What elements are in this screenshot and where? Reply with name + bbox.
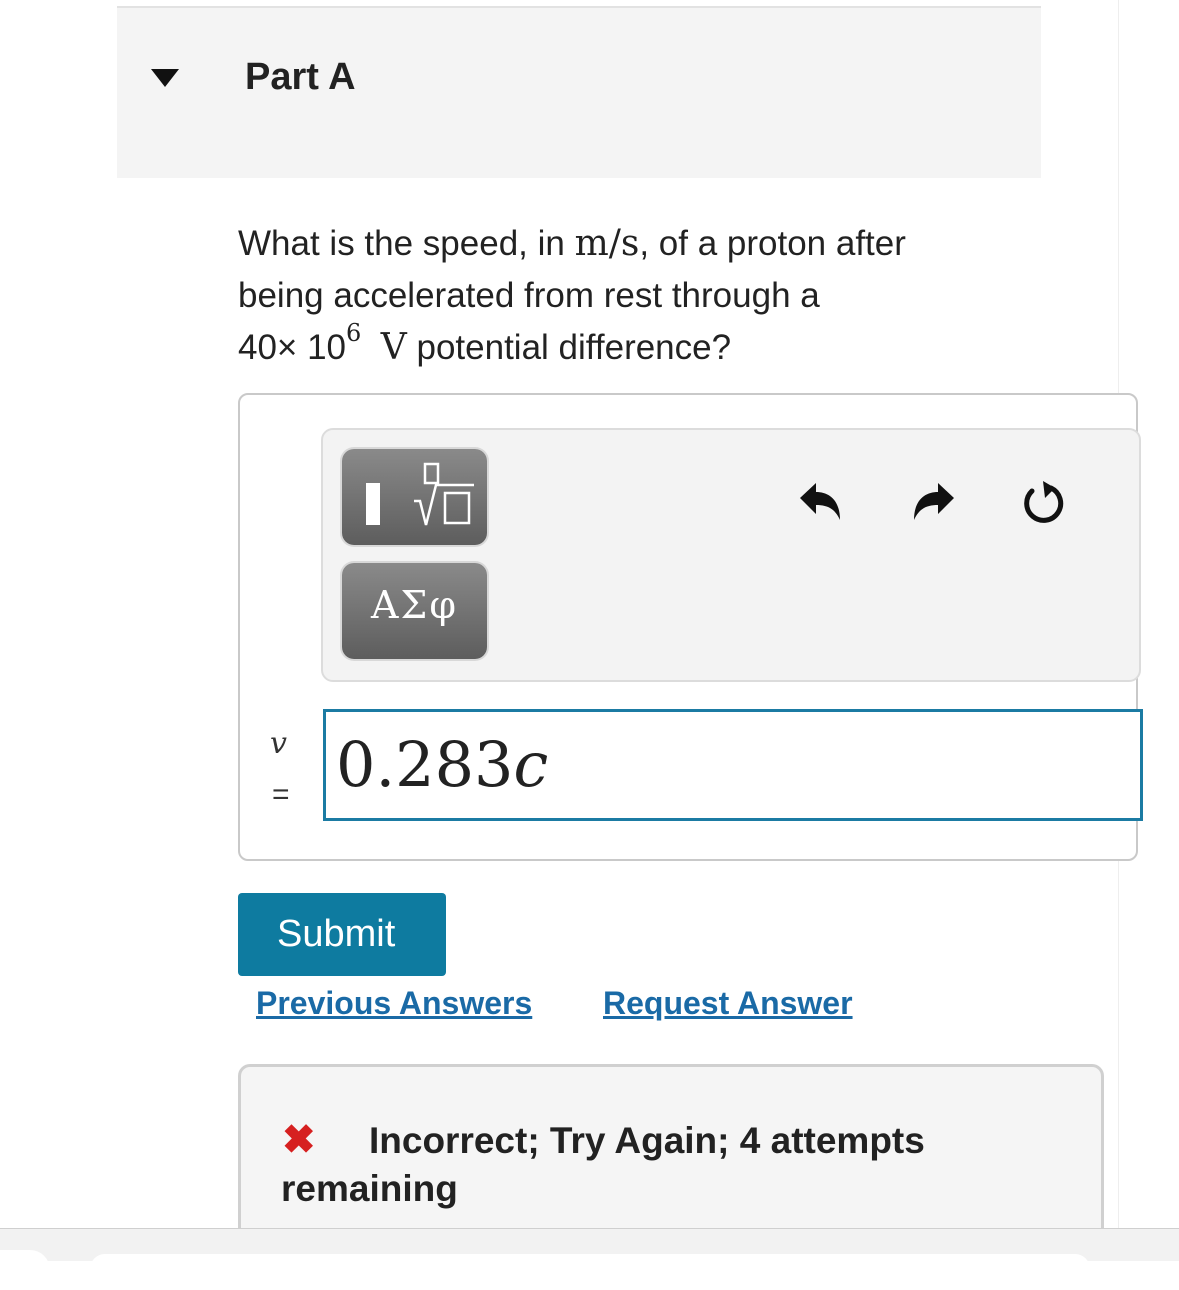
- redo-icon[interactable]: [910, 478, 958, 524]
- unit-slash: /: [608, 223, 621, 264]
- question-coefficient: 40× 10: [238, 328, 347, 367]
- question-line2: being accelerated from rest through a: [238, 276, 820, 315]
- question-line3-rest: potential difference?: [406, 328, 732, 367]
- greek-symbols-label: ΑΣφ: [371, 583, 458, 627]
- unit-m: m: [574, 223, 609, 264]
- answer-value[interactable]: 0.283c: [336, 728, 548, 801]
- part-title: Part A: [245, 56, 356, 98]
- question-prefix: What is the speed, in: [238, 224, 575, 263]
- templates-button[interactable]: [342, 449, 487, 545]
- volt-unit: V: [380, 327, 407, 368]
- question-exponent: 6: [346, 319, 362, 347]
- bottom-address-pill[interactable]: [90, 1254, 1090, 1284]
- answer-number: 0.283: [336, 728, 514, 801]
- submit-button[interactable]: Submit: [238, 893, 446, 976]
- request-answer-link[interactable]: Request Answer: [603, 985, 853, 1022]
- answer-variable-label: v: [270, 726, 287, 761]
- greek-symbols-button[interactable]: ΑΣφ: [342, 563, 487, 659]
- templates-radical-icon: [366, 462, 474, 526]
- question-line1-rest: , of a proton after: [639, 224, 906, 263]
- previous-answers-link[interactable]: Previous Answers: [256, 985, 532, 1022]
- unit-s: s: [620, 223, 640, 264]
- undo-icon[interactable]: [796, 478, 844, 524]
- bottom-left-tab[interactable]: [0, 1250, 50, 1290]
- answer-symbol: c: [513, 728, 549, 801]
- equals-sign: =: [272, 778, 290, 811]
- reset-icon[interactable]: [1018, 478, 1070, 528]
- question-text: What is the speed, in m/s, of a proton a…: [238, 218, 1058, 377]
- feedback-message: Incorrect; Try Again; 4 attempts remaini…: [281, 1120, 925, 1209]
- collapse-triangle-icon[interactable]: [151, 69, 179, 87]
